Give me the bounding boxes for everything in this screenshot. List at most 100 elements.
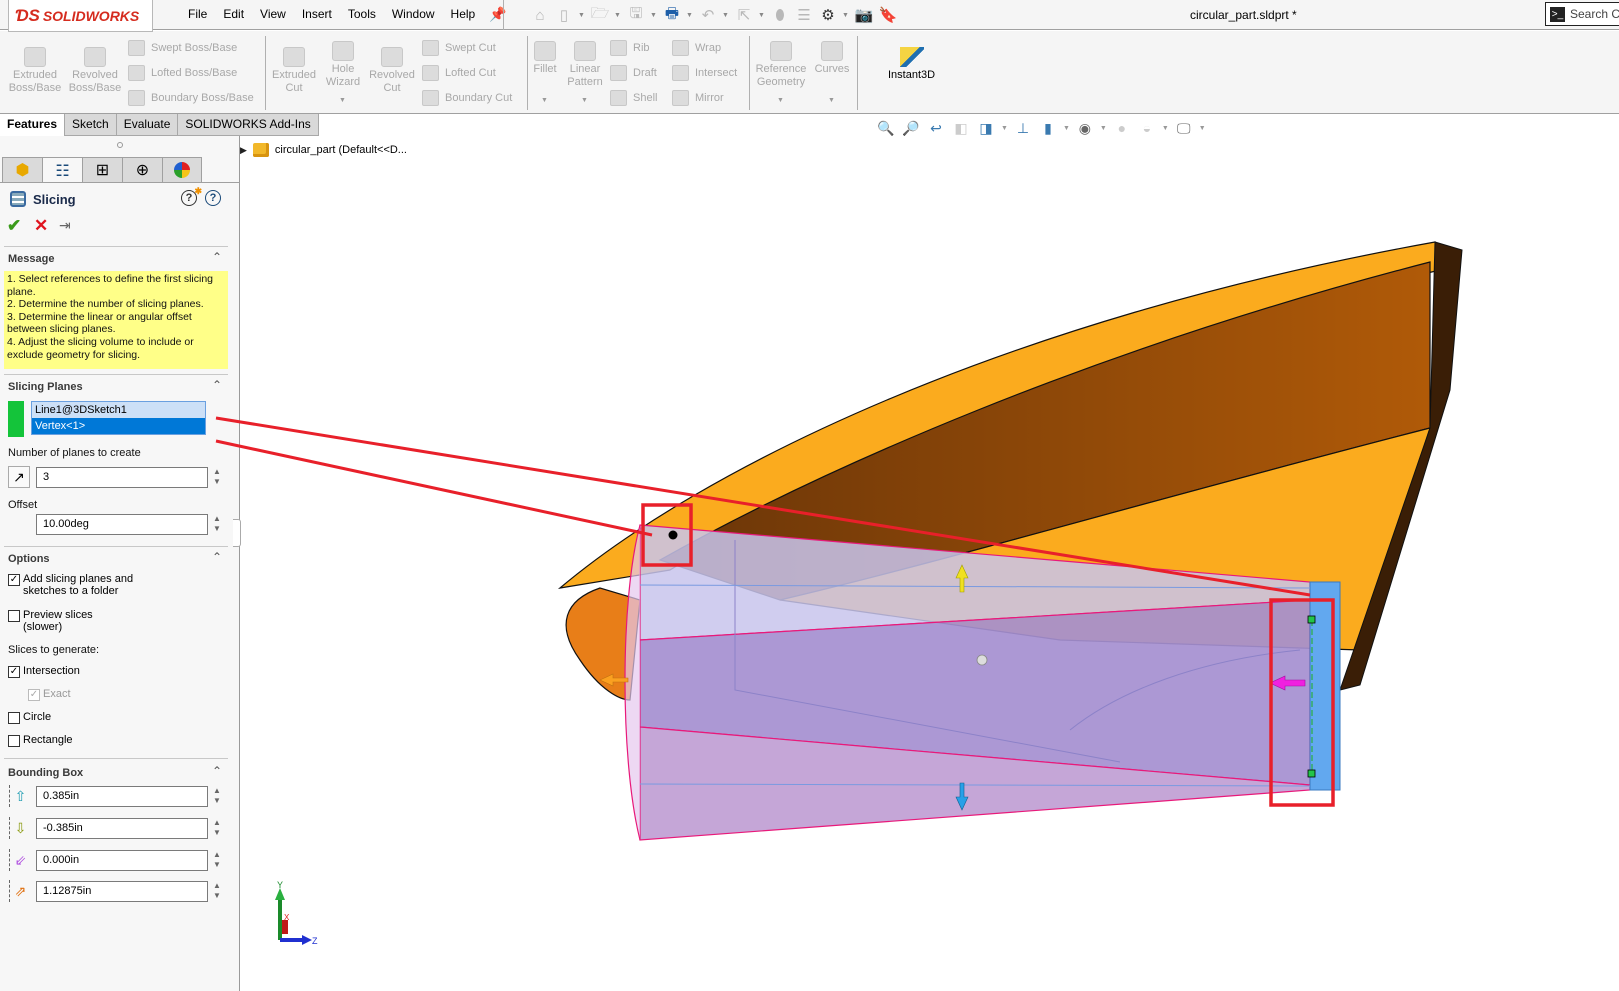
fillet-button[interactable]: Fillet bbox=[530, 41, 560, 76]
tab-sketch[interactable]: Sketch bbox=[65, 114, 117, 136]
options-section-header[interactable]: Options bbox=[8, 553, 50, 565]
bounding-box-bottom-spinner[interactable]: ▲ ▼ bbox=[212, 818, 222, 840]
instant3d-button[interactable]: Instant3D bbox=[888, 47, 935, 81]
print-dropdown[interactable]: ▼ bbox=[686, 12, 694, 19]
slicing-plane-references-list[interactable]: Line1@3DSketch1 Vertex<1> bbox=[31, 401, 206, 435]
whats-new-help-icon[interactable]: ? ✱ bbox=[181, 186, 202, 206]
bounding-box-top-spinner[interactable]: ▲ ▼ bbox=[212, 786, 222, 808]
slicing-plane-color-swatch[interactable] bbox=[8, 401, 24, 437]
view-settings-icon[interactable]: 🖵 bbox=[1174, 118, 1194, 138]
revolved-cut-button[interactable]: Revolved Cut bbox=[368, 47, 416, 95]
circle-checkbox[interactable]: Circle bbox=[8, 711, 51, 724]
bookmark-icon[interactable]: 🔖 bbox=[878, 5, 898, 25]
bounding-box-bottom-input[interactable]: -0.385in bbox=[36, 818, 208, 839]
hole-wizard-dropdown[interactable]: ▼ bbox=[339, 97, 346, 104]
part-name[interactable]: circular_part (Default<<D... bbox=[275, 144, 407, 156]
offset-spinner[interactable]: ▲ ▼ bbox=[212, 514, 222, 536]
shell-button[interactable]: Shell bbox=[610, 90, 657, 106]
options-icon[interactable]: ⚙ bbox=[818, 5, 838, 25]
boundary-boss-button[interactable]: Boundary Boss/Base bbox=[128, 90, 254, 106]
view-orientation-icon[interactable]: ◨ bbox=[976, 118, 996, 138]
expand-arrow-icon[interactable]: ▶ bbox=[240, 145, 247, 156]
checkbox-unchecked[interactable] bbox=[8, 610, 20, 622]
section-view-icon[interactable]: ◧ bbox=[951, 118, 971, 138]
bounding-box-end-spinner[interactable]: ▲ ▼ bbox=[212, 881, 222, 903]
checkbox-checked[interactable]: ✓ bbox=[8, 666, 20, 678]
tab-evaluate[interactable]: Evaluate bbox=[116, 114, 179, 136]
menu-window[interactable]: Window bbox=[384, 7, 443, 21]
panel-splitter-handle[interactable] bbox=[233, 519, 241, 547]
intersection-checkbox[interactable]: ✓ Intersection bbox=[8, 665, 80, 678]
bounding-box-start-input[interactable]: 0.000in bbox=[36, 850, 208, 871]
home-icon[interactable]: ⌂ bbox=[530, 5, 550, 25]
hide-show-items-icon[interactable]: ◉ bbox=[1075, 118, 1095, 138]
display-manager-tab[interactable] bbox=[162, 157, 202, 183]
edit-appearance-icon[interactable]: ● bbox=[1112, 118, 1132, 138]
scene-dropdown[interactable]: ▼ bbox=[1162, 125, 1169, 132]
ok-checkmark-button[interactable]: ✔ bbox=[7, 216, 21, 236]
new-dropdown[interactable]: ▼ bbox=[578, 12, 586, 19]
property-manager-tab[interactable]: ☷ bbox=[42, 157, 82, 183]
feature-manager-tab[interactable]: ⬢ bbox=[2, 157, 42, 183]
checkbox-unchecked[interactable] bbox=[8, 712, 20, 724]
menu-tools[interactable]: Tools bbox=[340, 7, 384, 21]
view-orientation-dropdown[interactable]: ▼ bbox=[1001, 125, 1008, 132]
draft-button[interactable]: Draft bbox=[610, 65, 657, 81]
add-to-folder-checkbox[interactable]: ✓ Add slicing planes and sketches to a f… bbox=[8, 573, 143, 597]
fillet-dropdown[interactable]: ▼ bbox=[541, 97, 548, 104]
offset-input[interactable]: 10.00deg bbox=[36, 514, 208, 535]
revolved-boss-button[interactable]: Revolved Boss/Base bbox=[68, 47, 122, 95]
wrap-button[interactable]: Wrap bbox=[672, 40, 721, 56]
tab-solidworks-add-ins[interactable]: SOLIDWORKS Add-Ins bbox=[178, 114, 319, 136]
intersect-button[interactable]: Intersect bbox=[672, 65, 737, 81]
display-style-dropdown[interactable]: ▼ bbox=[1063, 125, 1070, 132]
search-commands-input[interactable]: >_ Search Co bbox=[1545, 2, 1619, 26]
menu-view[interactable]: View bbox=[252, 7, 294, 21]
bounding-box-start-spinner[interactable]: ▲ ▼ bbox=[212, 850, 222, 872]
solidworks-logo[interactable]: ƊS SOLIDWORKS bbox=[8, 0, 153, 32]
checkbox-checked[interactable]: ✓ bbox=[8, 574, 20, 586]
circular-part-model[interactable] bbox=[557, 241, 1463, 701]
zoom-to-area-icon[interactable]: 🔎 bbox=[901, 118, 921, 138]
hide-show-dropdown[interactable]: ▼ bbox=[1100, 125, 1107, 132]
mirror-button[interactable]: Mirror bbox=[672, 90, 724, 106]
tab-features[interactable]: Features bbox=[0, 114, 66, 136]
display-style-icon[interactable]: ▮ bbox=[1038, 118, 1058, 138]
collapse-options-icon[interactable]: ⌃ bbox=[212, 550, 222, 564]
menu-edit[interactable]: Edit bbox=[215, 7, 252, 21]
file-properties-icon[interactable]: ☰ bbox=[794, 5, 814, 25]
reference-item[interactable]: Line1@3DSketch1 bbox=[32, 402, 205, 418]
options-dropdown[interactable]: ▼ bbox=[842, 12, 850, 19]
lofted-cut-button[interactable]: Lofted Cut bbox=[422, 65, 496, 81]
menu-insert[interactable]: Insert bbox=[294, 7, 340, 21]
zoom-to-fit-icon[interactable]: 🔍 bbox=[876, 118, 896, 138]
screenshot-icon[interactable]: 📷 bbox=[854, 5, 874, 25]
collapse-message-icon[interactable]: ⌃ bbox=[212, 250, 222, 264]
save-icon[interactable]: 🖫 bbox=[626, 5, 646, 25]
reverse-direction-button[interactable]: ↗ bbox=[8, 466, 30, 488]
open-dropdown[interactable]: ▼ bbox=[614, 12, 622, 19]
message-section-header[interactable]: Message bbox=[8, 253, 54, 265]
cancel-x-button[interactable]: ✕ bbox=[34, 216, 48, 236]
new-document-icon[interactable]: ▯ bbox=[554, 5, 574, 25]
collapse-slicing-planes-icon[interactable]: ⌃ bbox=[212, 378, 222, 392]
rectangle-checkbox[interactable]: Rectangle bbox=[8, 734, 73, 747]
dynamic-annotation-icon[interactable]: ⊥ bbox=[1013, 118, 1033, 138]
reference-item-selected[interactable]: Vertex<1> bbox=[32, 418, 205, 434]
slicing-planes-section-header[interactable]: Slicing Planes bbox=[8, 381, 83, 393]
print-icon[interactable]: 🖶 bbox=[662, 5, 682, 25]
open-icon[interactable]: 🗁 bbox=[590, 5, 610, 25]
linear-pattern-dropdown[interactable]: ▼ bbox=[581, 97, 588, 104]
save-dropdown[interactable]: ▼ bbox=[650, 12, 658, 19]
linear-pattern-button[interactable]: Linear Pattern bbox=[565, 41, 605, 89]
dimxpert-manager-tab[interactable]: ⊕ bbox=[122, 157, 162, 183]
number-of-planes-spinner[interactable]: ▲ ▼ bbox=[212, 467, 222, 489]
select-icon[interactable]: ⇱ bbox=[734, 5, 754, 25]
checkbox-unchecked[interactable] bbox=[8, 735, 20, 747]
bounding-box-top-input[interactable]: 0.385in bbox=[36, 786, 208, 807]
number-of-planes-input[interactable]: 3 bbox=[36, 467, 208, 488]
reference-geometry-dropdown[interactable]: ▼ bbox=[777, 97, 784, 104]
panel-grip-handle[interactable] bbox=[117, 142, 123, 148]
extruded-cut-button[interactable]: Extruded Cut bbox=[268, 47, 320, 95]
menu-help[interactable]: Help bbox=[443, 7, 484, 21]
